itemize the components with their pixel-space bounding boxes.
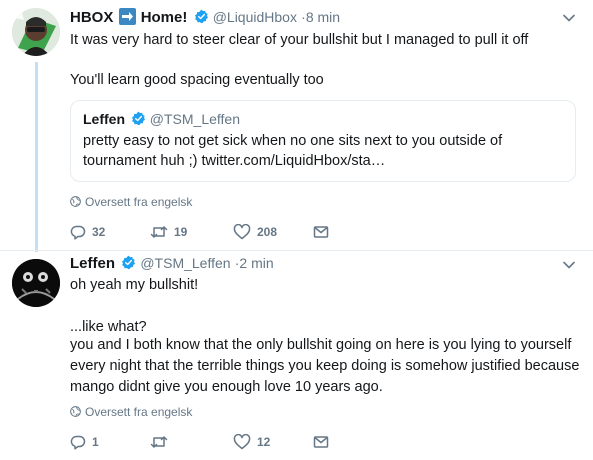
like-count: 208 [257, 225, 278, 239]
quoted-tweet-text: pretty easy to not get sick when no one … [83, 133, 503, 169]
quoted-author-name: Leffen [83, 111, 125, 127]
tweet-actions: 1 12 [70, 433, 370, 454]
author-name[interactable]: HBOX [70, 9, 113, 26]
timestamp[interactable]: 8 min [306, 9, 340, 25]
reply-icon [70, 225, 86, 240]
tweet-text-line: You'll learn good spacing eventually too [70, 72, 324, 88]
tweet-header: HBOX Home! @LiquidHbox ·8 min [70, 8, 340, 27]
author-name-suffix[interactable]: Home! [141, 9, 188, 26]
avatar-illustration [12, 8, 60, 56]
translate-label: Oversett fra engelsk [85, 195, 193, 209]
retweet-button[interactable] [150, 434, 174, 454]
translate-link[interactable]: Oversett fra engelsk [70, 195, 192, 209]
avatar-illustration [12, 259, 60, 307]
reply-count: 1 [92, 435, 99, 449]
direct-message-button[interactable] [313, 434, 335, 454]
like-count: 12 [257, 435, 271, 449]
translate-link[interactable]: Oversett fra engelsk [70, 405, 192, 419]
retweet-button[interactable]: 19 [150, 224, 187, 244]
quoted-tweet[interactable]: Leffen @TSM_Leffen pretty easy to not ge… [70, 100, 576, 182]
avatar[interactable] [12, 8, 60, 56]
globe-icon [70, 196, 81, 207]
tweet-text-paragraph: you and I both know that the only bullsh… [70, 337, 580, 395]
tweet[interactable]: HBOX Home! @LiquidHbox ·8 min It was ver… [0, 0, 593, 252]
tweet-text-line: oh yeah my bullshit! [70, 277, 199, 293]
author-handle[interactable]: @LiquidHbox [213, 9, 297, 25]
envelope-icon [313, 436, 329, 448]
verified-badge-icon [194, 9, 208, 24]
verified-badge-icon [131, 111, 145, 126]
verified-badge-icon [122, 255, 136, 270]
reply-button[interactable]: 32 [70, 224, 105, 244]
author-name[interactable]: Leffen [70, 255, 115, 272]
globe-icon [70, 406, 81, 417]
retweet-icon [150, 226, 168, 238]
reply-button[interactable]: 1 [70, 434, 99, 454]
chevron-down-icon[interactable] [563, 14, 575, 22]
tweet-text-line: It was very hard to steer clear of your … [70, 32, 529, 48]
reply-icon [70, 435, 86, 450]
reply-count: 32 [92, 225, 106, 239]
quoted-tweet-header: Leffen @TSM_Leffen [83, 111, 240, 127]
tweet[interactable]: Leffen @TSM_Leffen ·2 min oh yeah my bul… [0, 250, 593, 460]
thread-connector [35, 62, 38, 252]
chevron-down-icon[interactable] [563, 261, 575, 269]
like-button[interactable]: 12 [233, 433, 271, 454]
avatar[interactable] [12, 259, 60, 307]
retweet-count: 19 [174, 225, 188, 239]
tweet-actions: 32 19 208 [70, 223, 370, 244]
timestamp[interactable]: 2 min [239, 255, 273, 271]
translate-label: Oversett fra engelsk [85, 405, 193, 419]
author-handle[interactable]: @TSM_Leffen [140, 255, 230, 271]
right-arrow-emoji-icon [118, 8, 136, 25]
like-button[interactable]: 208 [233, 223, 278, 244]
tweet-header: Leffen @TSM_Leffen ·2 min [70, 254, 274, 273]
retweet-icon [150, 436, 168, 448]
heart-icon [233, 433, 251, 450]
quoted-author-handle: @TSM_Leffen [149, 111, 241, 127]
tweet-text-line: ...like what? [70, 319, 147, 335]
envelope-icon [313, 226, 329, 238]
direct-message-button[interactable] [313, 224, 335, 244]
heart-icon [233, 223, 251, 240]
